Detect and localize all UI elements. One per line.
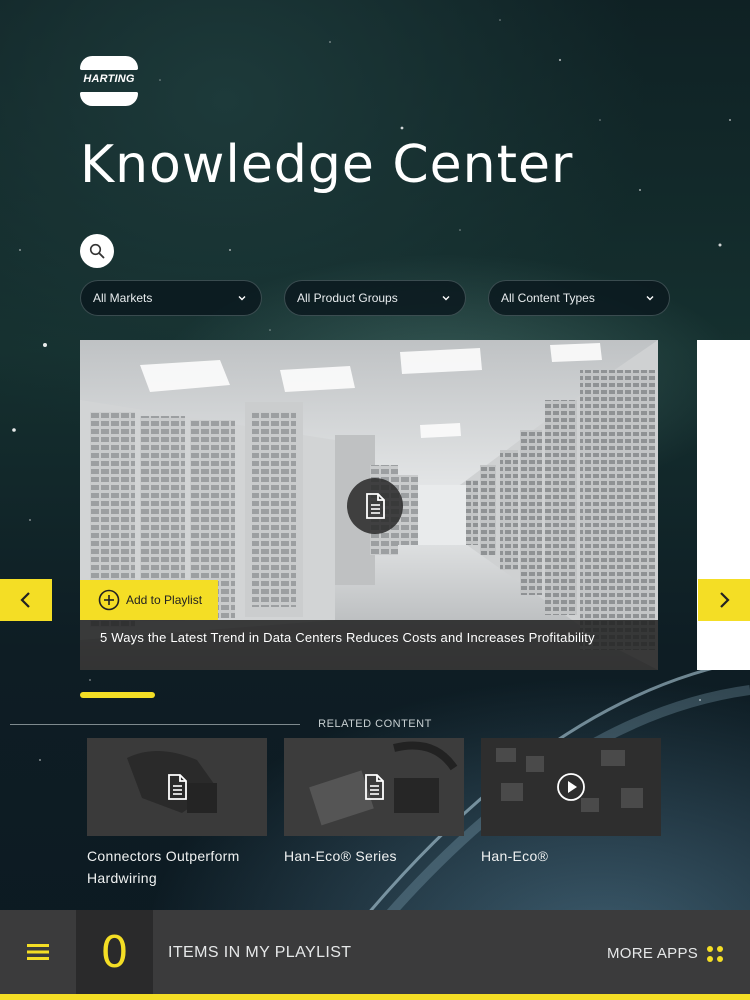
filter-markets-dropdown[interactable]: All Markets <box>80 280 262 316</box>
chevron-down-icon <box>442 296 450 301</box>
playlist-count[interactable]: 0 <box>76 910 153 994</box>
logo-band-bottom <box>80 92 138 106</box>
chevron-right-icon <box>720 592 730 608</box>
playlist-label[interactable]: ITEMS IN MY PLAYLIST <box>168 944 351 962</box>
related-title[interactable]: Han-Eco® <box>481 845 548 867</box>
filter-bar: All Markets All Product Groups All Conte… <box>80 280 670 316</box>
add-to-playlist-label: Add to Playlist <box>126 593 203 607</box>
play-icon <box>557 773 585 801</box>
related-content-heading: RELATED CONTENT <box>318 718 432 730</box>
apps-grid-icon[interactable] <box>706 945 724 963</box>
hero-content-type-badge[interactable] <box>347 478 403 534</box>
menu-button[interactable] <box>0 910 76 994</box>
hero-caption[interactable]: 5 Ways the Latest Trend in Data Centers … <box>80 620 658 670</box>
related-title[interactable]: Connectors Outperform Hardwiring <box>87 845 240 889</box>
related-type-badge <box>162 772 192 802</box>
search-icon <box>89 243 105 259</box>
add-circle-icon <box>98 589 120 611</box>
carousel-next-button[interactable] <box>698 579 750 621</box>
carousel-progress-indicator <box>80 692 155 698</box>
related-card[interactable] <box>284 738 464 836</box>
bottom-accent-strip <box>0 994 750 1000</box>
related-title-line: Hardwiring <box>87 870 157 886</box>
add-to-playlist-button[interactable]: Add to Playlist <box>80 580 218 620</box>
related-card[interactable] <box>481 738 661 836</box>
carousel-prev-button[interactable] <box>0 579 52 621</box>
document-icon <box>366 493 385 519</box>
related-title-line: Connectors Outperform <box>87 848 240 864</box>
filter-content-types-dropdown[interactable]: All Content Types <box>488 280 670 316</box>
related-title-line: Han-Eco® <box>481 848 549 864</box>
related-card[interactable] <box>87 738 267 836</box>
document-icon <box>365 774 384 800</box>
hamburger-menu-icon <box>27 944 49 960</box>
filter-product-groups-dropdown[interactable]: All Product Groups <box>284 280 466 316</box>
related-divider <box>10 724 300 725</box>
logo-band-top <box>80 56 138 70</box>
search-button[interactable] <box>80 234 114 268</box>
filter-markets-label: All Markets <box>93 291 153 305</box>
logo-wordmark: HARTING <box>83 73 135 85</box>
more-apps-link[interactable]: MORE APPS <box>607 945 698 962</box>
document-icon <box>168 774 187 800</box>
page-title: Knowledge Center <box>80 135 574 195</box>
harting-logo: HARTING <box>80 56 138 106</box>
filter-product-groups-label: All Product Groups <box>297 291 398 305</box>
filter-content-types-label: All Content Types <box>501 291 595 305</box>
related-type-badge <box>359 772 389 802</box>
related-title-line: Han-Eco® Series <box>284 848 397 864</box>
related-type-badge <box>556 772 586 802</box>
carousel-progress-track <box>80 692 658 698</box>
related-title[interactable]: Han-Eco® Series <box>284 845 397 867</box>
chevron-left-icon <box>20 592 30 608</box>
chevron-down-icon <box>238 296 246 301</box>
chevron-down-icon <box>646 296 654 301</box>
